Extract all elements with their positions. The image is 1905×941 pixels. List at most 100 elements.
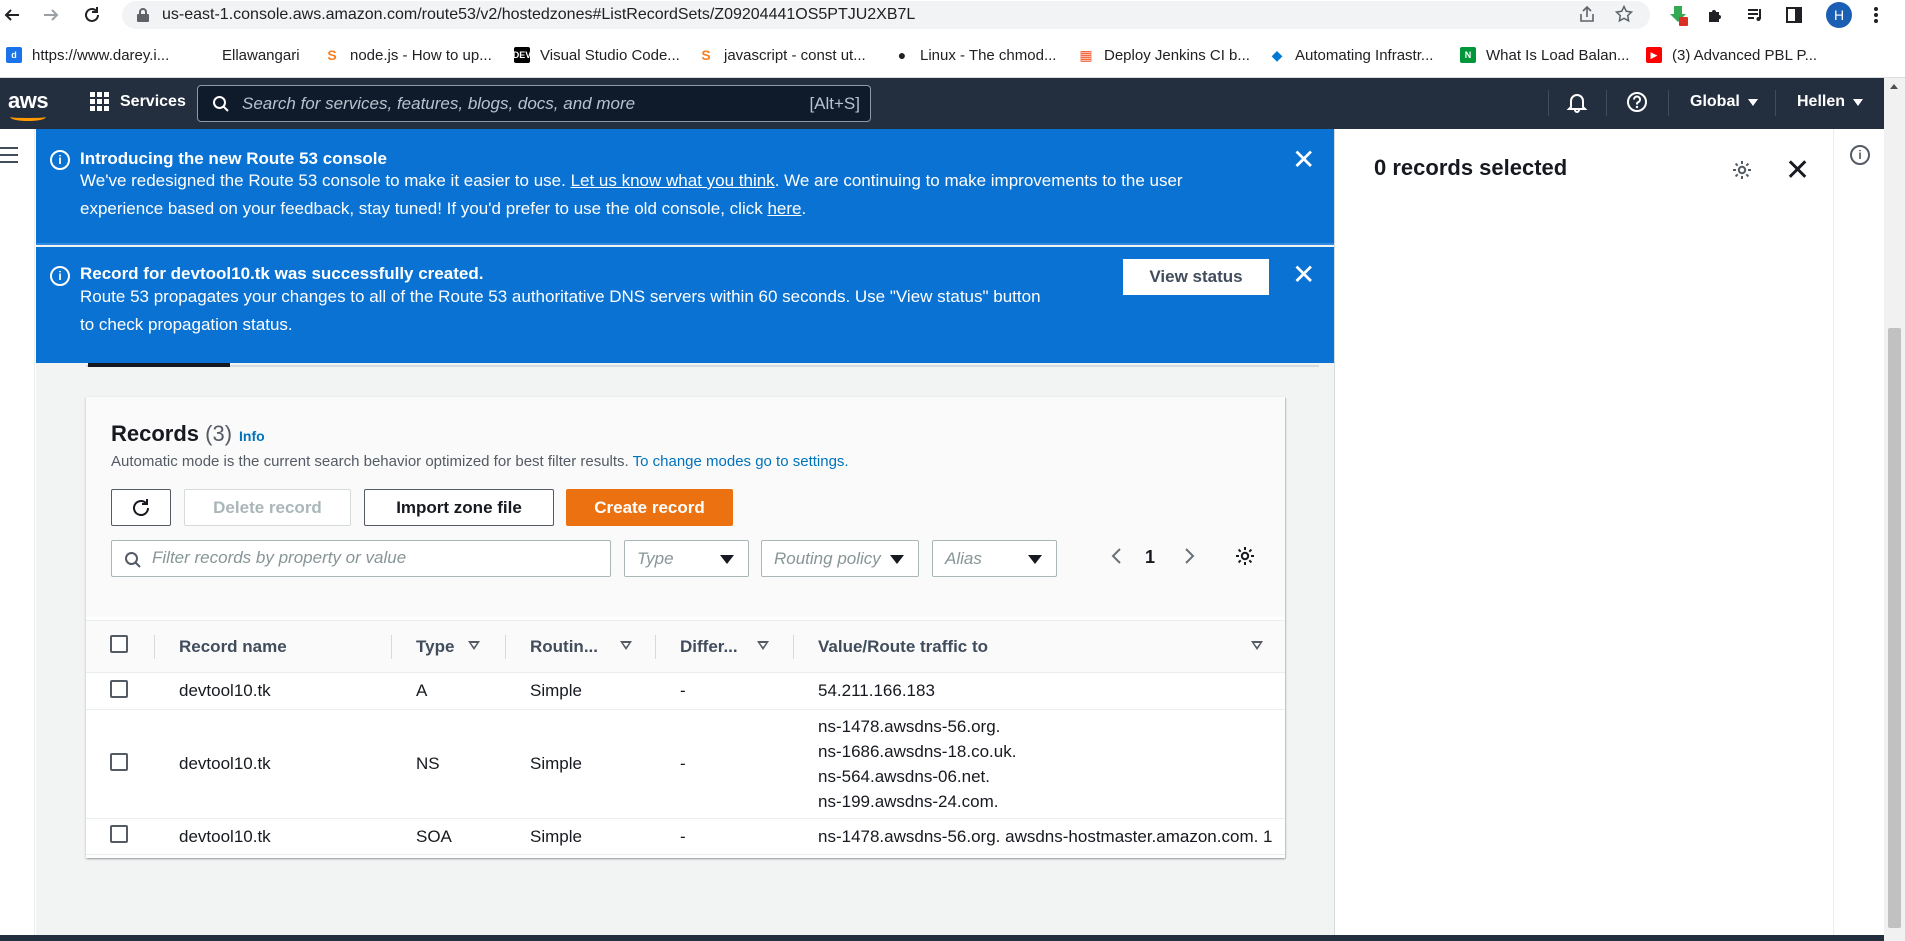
pagination-next-icon[interactable] — [1184, 547, 1196, 570]
media-queue-icon[interactable] — [1743, 3, 1767, 27]
old-console-link[interactable]: here — [767, 199, 801, 218]
info-icon: i — [50, 150, 70, 170]
info-link[interactable]: Info — [239, 428, 265, 444]
bookmark-item[interactable]: Ellawangari — [196, 44, 300, 66]
bookmark-label: Automating Infrastr... — [1295, 46, 1434, 64]
bookmark-item[interactable]: N What Is Load Balan... — [1460, 44, 1629, 66]
bookmark-label: Deploy Jenkins CI b... — [1104, 46, 1250, 64]
pagination-prev-icon[interactable] — [1110, 547, 1122, 570]
column-header-type[interactable]: Type — [392, 620, 506, 673]
create-record-button[interactable]: Create record — [566, 489, 733, 526]
back-arrow-icon[interactable] — [0, 3, 24, 27]
filter-records-input[interactable] — [152, 548, 592, 568]
address-bar[interactable]: us-east-1.console.aws.amazon.com/route53… — [122, 1, 1650, 29]
bookmark-item[interactable]: ◆ Automating Infrastr... — [1269, 44, 1434, 66]
sort-icon[interactable] — [1251, 641, 1263, 650]
sort-icon[interactable] — [620, 641, 632, 650]
bookmark-item[interactable]: Snode.js - How to up... — [324, 44, 492, 66]
row-checkbox[interactable] — [110, 825, 128, 843]
bookmark-item[interactable]: d https://www.darey.i... — [6, 44, 169, 66]
bookmark-item[interactable]: Sjavascript - const ut... — [698, 44, 865, 66]
caret-down-icon — [1853, 98, 1864, 106]
record-value: ns-199.awsdns-24.com. — [818, 792, 999, 811]
caret-down-icon — [1747, 98, 1758, 106]
table-row[interactable]: devtool10.tk SOA Simple - ns-1478.awsdns… — [86, 818, 1285, 855]
panel-settings-gear-icon[interactable] — [1731, 159, 1755, 183]
pagination-page-number[interactable]: 1 — [1145, 547, 1155, 568]
column-header-value[interactable]: Value/Route traffic to — [794, 620, 1285, 673]
extension-download-icon[interactable] — [1666, 3, 1690, 27]
global-search-input[interactable] — [242, 92, 762, 116]
row-checkbox[interactable] — [110, 752, 128, 771]
view-status-button[interactable]: View status — [1121, 257, 1271, 297]
forward-arrow-icon[interactable] — [39, 3, 63, 27]
bookmark-label: node.js - How to up... — [350, 46, 492, 64]
flash-body: Route 53 propagates your changes to all … — [80, 283, 1120, 339]
bookmark-star-icon[interactable] — [1614, 4, 1634, 25]
help-icon[interactable] — [1626, 91, 1648, 119]
bookmark-item[interactable]: ▦ Deploy Jenkins CI b... — [1078, 44, 1250, 66]
info-panel-icon[interactable]: i — [1850, 145, 1870, 165]
page-scrollbar[interactable] — [1884, 78, 1905, 941]
scrollbar-thumb[interactable] — [1888, 328, 1901, 928]
notifications-bell-icon[interactable] — [1566, 91, 1588, 119]
close-icon[interactable]: ✕ — [1292, 146, 1315, 174]
column-header-routing[interactable]: Routin... — [506, 620, 656, 673]
bookmark-item[interactable]: ● Linux - The chmod... — [894, 44, 1057, 66]
alias-select[interactable]: Alias — [932, 540, 1057, 577]
share-icon[interactable] — [1577, 5, 1597, 25]
routing-policy-select[interactable]: Routing policy — [761, 540, 919, 577]
preferences-gear-icon[interactable] — [1234, 545, 1256, 572]
records-title: Records — [111, 421, 200, 446]
extensions-puzzle-icon[interactable] — [1703, 3, 1727, 27]
aws-logo[interactable]: aws — [8, 88, 49, 121]
bookmark-favicon-icon: DEV — [513, 47, 531, 63]
record-details-panel: 0 records selected ✕ — [1334, 129, 1833, 941]
services-menu-button[interactable]: Services — [90, 92, 186, 111]
filter-records[interactable] — [111, 540, 611, 577]
record-routing-cell: Simple — [506, 672, 656, 710]
refresh-button[interactable] — [111, 489, 171, 526]
row-select-cell — [86, 818, 155, 855]
records-table: Record name Type Routin... Differ... Val… — [86, 620, 1285, 855]
flash-title: Record for devtool10.tk was successfully… — [80, 264, 484, 283]
records-count: (3) — [205, 421, 233, 446]
scroll-up-icon[interactable] — [1890, 84, 1898, 89]
column-header-record-name[interactable]: Record name — [155, 620, 434, 673]
table-row[interactable]: devtool10.tk NS Simple - ns-1478.awsdns-… — [86, 709, 1285, 819]
profile-avatar[interactable]: H — [1826, 2, 1852, 28]
type-select[interactable]: Type — [624, 540, 749, 577]
hamburger-menu-icon[interactable] — [0, 147, 18, 168]
global-search[interactable]: [Alt+S] — [197, 85, 871, 122]
column-label: Record name — [179, 636, 287, 656]
bookmark-favicon-icon: S — [327, 47, 337, 63]
caret-down-icon — [720, 555, 734, 564]
region-selector[interactable]: Global — [1690, 93, 1758, 111]
column-header-differentiator[interactable]: Differ... — [656, 620, 794, 673]
change-modes-link[interactable]: To change modes go to settings. — [633, 453, 849, 470]
routing-select-placeholder: Routing policy — [774, 548, 881, 568]
sort-icon[interactable] — [757, 641, 769, 650]
bookmark-favicon-icon: ◆ — [1271, 46, 1283, 63]
services-label: Services — [120, 92, 186, 110]
close-panel-icon[interactable]: ✕ — [1785, 153, 1810, 188]
feedback-link[interactable]: Let us know what you think — [571, 171, 775, 190]
bookmark-label: Ellawangari — [222, 46, 300, 64]
bookmark-item[interactable]: ▶ (3) Advanced PBL P... — [1646, 44, 1817, 66]
reload-icon[interactable] — [80, 3, 104, 27]
import-zone-file-button[interactable]: Import zone file — [364, 489, 554, 526]
account-label: Hellen — [1797, 93, 1846, 110]
bookmark-item[interactable]: DEV Visual Studio Code... — [513, 44, 680, 66]
record-name-cell: devtool10.tk — [155, 709, 392, 819]
chrome-menu-icon[interactable] — [1864, 3, 1888, 27]
side-panel-icon[interactable] — [1782, 3, 1806, 27]
close-icon[interactable]: ✕ — [1292, 261, 1315, 289]
record-value: ns-564.awsdns-06.net. — [818, 767, 990, 786]
account-menu[interactable]: Hellen — [1797, 93, 1864, 111]
type-select-placeholder: Type — [637, 548, 674, 568]
select-all-checkbox[interactable] — [110, 635, 128, 653]
table-row[interactable]: devtool10.tk A Simple - 54.211.166.183 — [86, 672, 1285, 710]
delete-record-button[interactable]: Delete record — [184, 489, 351, 526]
sort-icon[interactable] — [468, 641, 480, 650]
row-checkbox[interactable] — [110, 679, 128, 698]
